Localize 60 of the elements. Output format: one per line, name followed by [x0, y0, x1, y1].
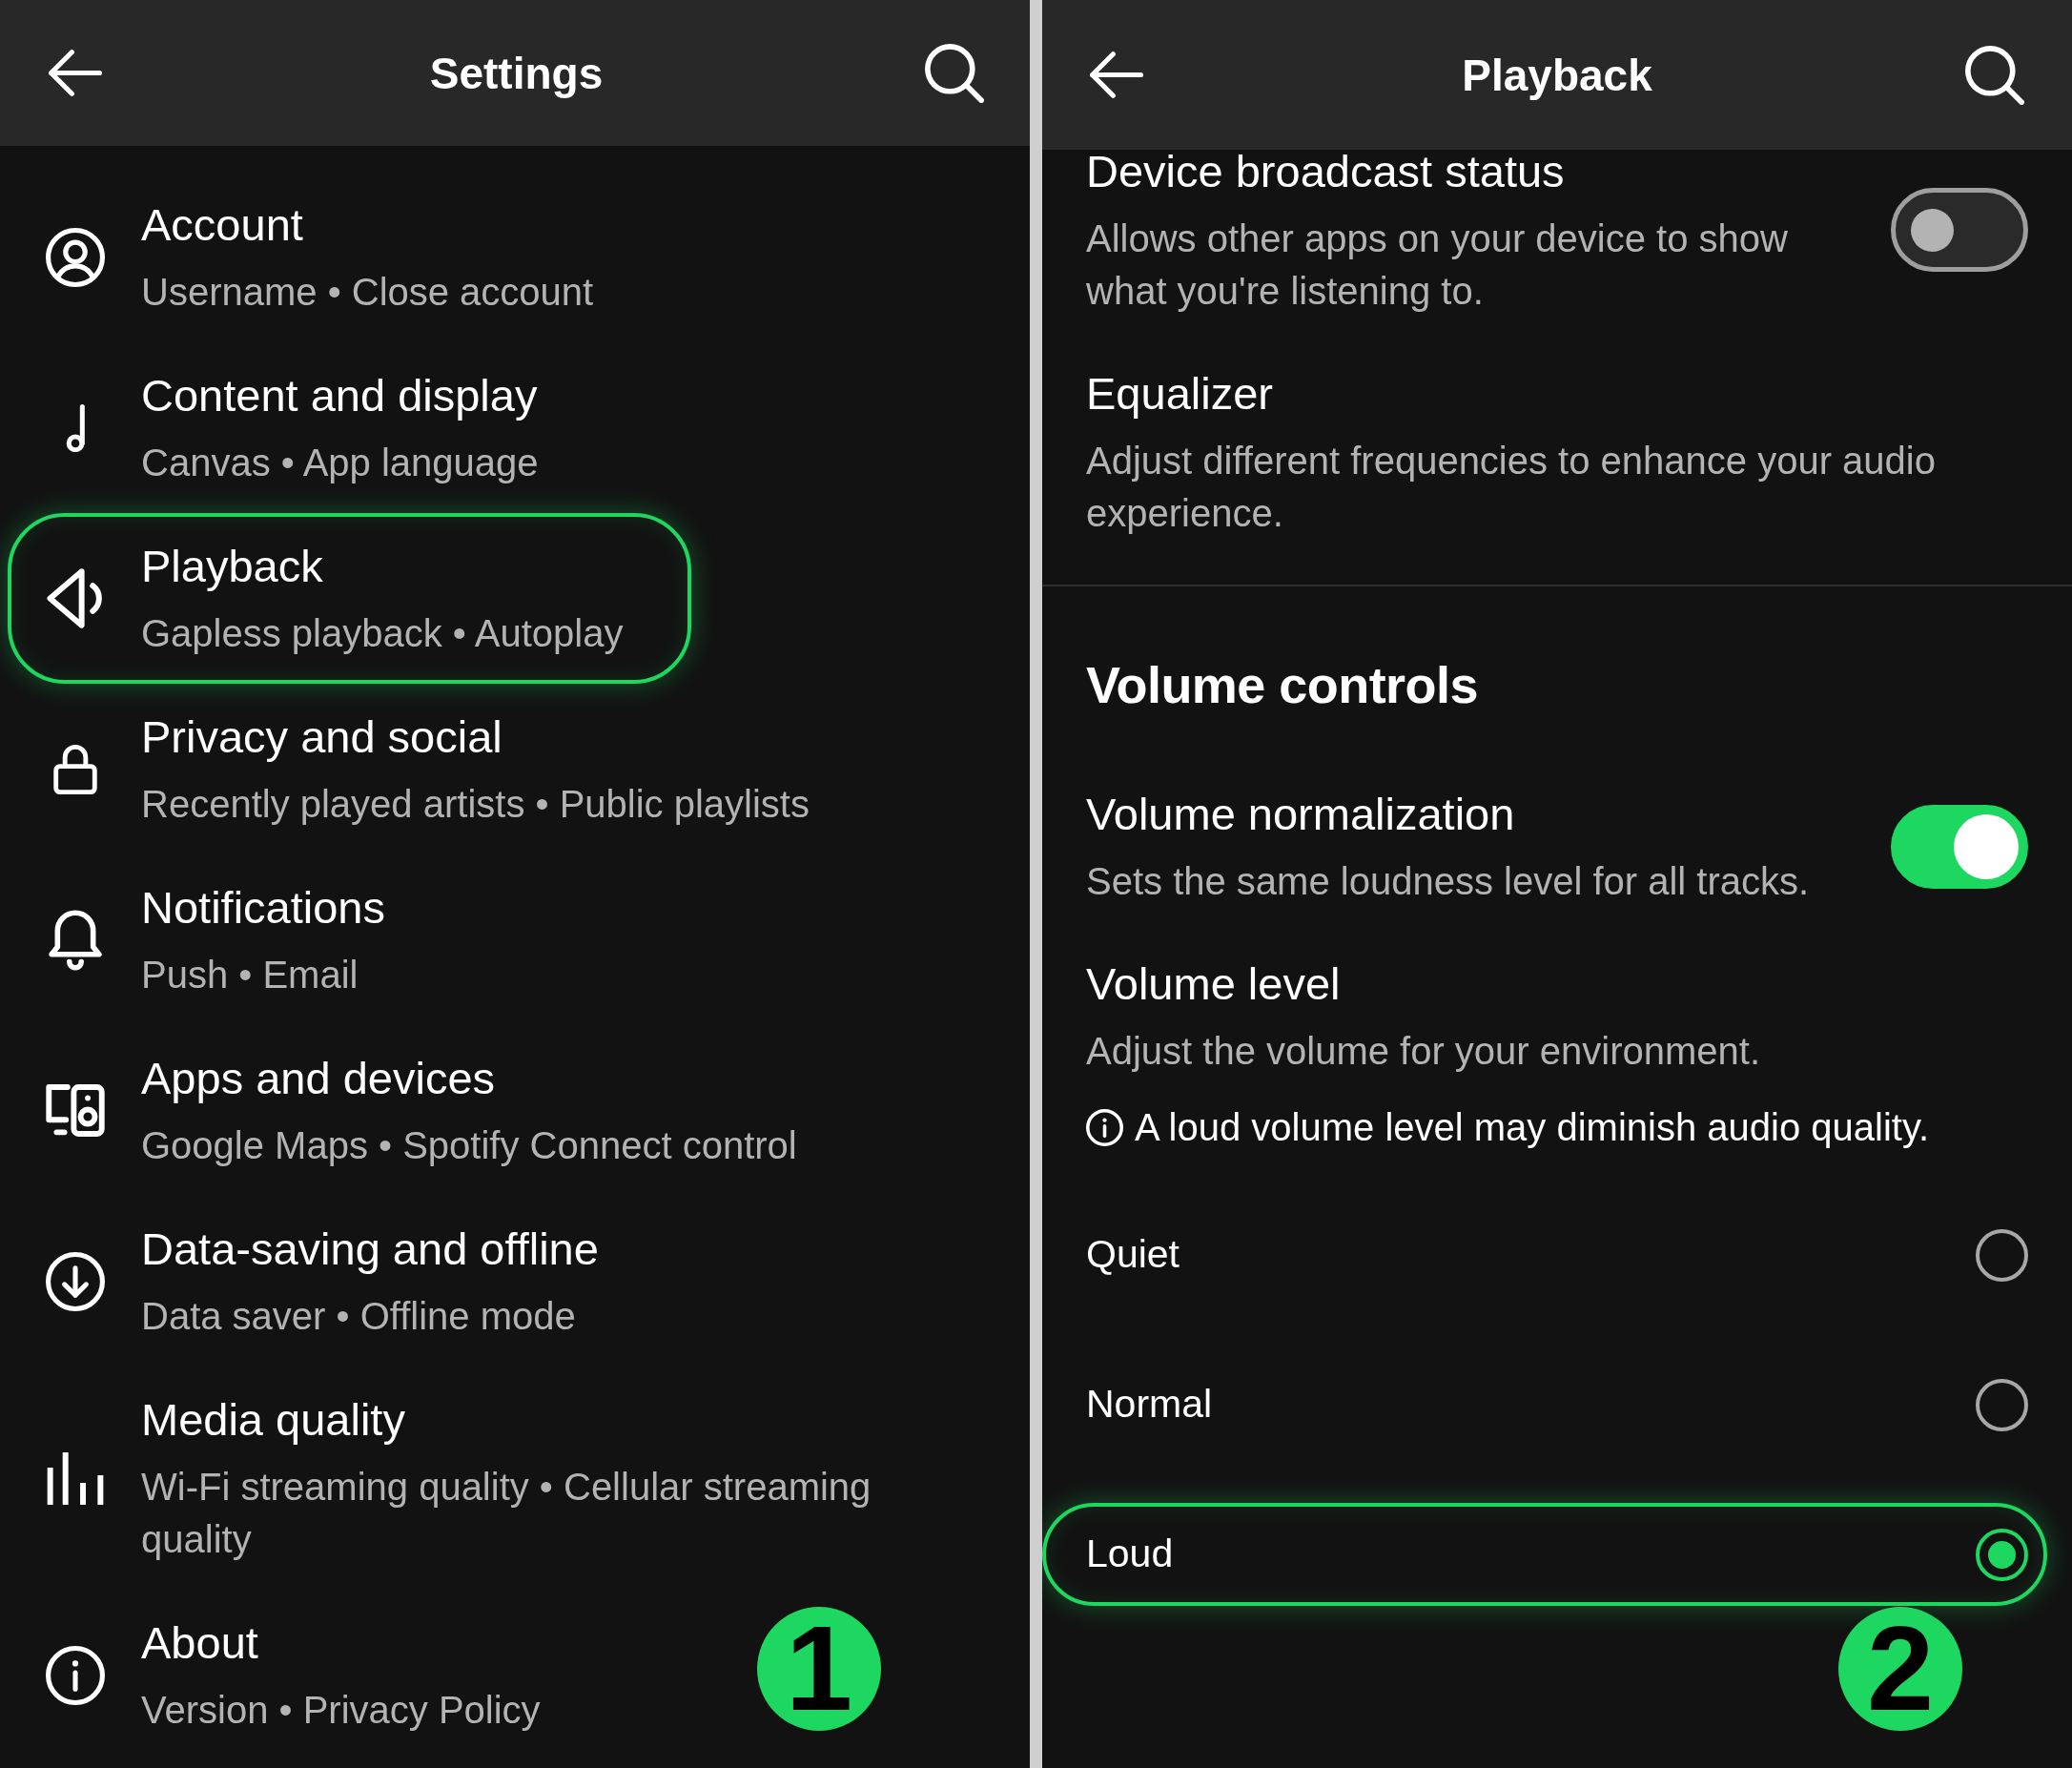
bell-icon — [49, 909, 102, 971]
settings-item[interactable]: Apps and devices Google Maps • Spotify Connect control — [0, 1025, 1030, 1196]
item-subtitle: Push • Email — [141, 953, 359, 997]
item-subtitle: Google Maps • Spotify Connect control — [141, 1123, 797, 1168]
item-title: Account — [141, 198, 303, 252]
radio-option[interactable]: Loud — [1042, 1503, 2047, 1606]
settings-item[interactable]: Privacy and social Recently played artists • Public playlists — [0, 684, 1030, 854]
step-badge: 2 — [1838, 1607, 1962, 1731]
item-title: Privacy and social — [141, 710, 503, 764]
item-title: Notifications — [141, 881, 385, 935]
item-title: Apps and devices — [141, 1052, 496, 1105]
setting-description: Sets the same loudness level for all tracks. — [1086, 859, 1810, 904]
setting-title: Equalizer — [1086, 367, 1273, 421]
item-subtitle: Username • Close account — [141, 270, 594, 315]
setting-title: Volume level — [1086, 957, 1341, 1011]
radio-button[interactable] — [1976, 1378, 2028, 1431]
devices-icon — [46, 1083, 105, 1138]
settings-item[interactable]: Content and display Canvas • App language — [0, 342, 1030, 513]
item-subtitle: Wi-Fi streaming quality • Cellular streaming quality — [141, 1465, 872, 1562]
lock-icon — [53, 743, 97, 795]
screen-title: Settings — [429, 47, 604, 100]
search-icon[interactable] — [1965, 45, 2024, 105]
item-title: Data-saving and offline — [141, 1223, 599, 1276]
info-icon — [46, 1645, 105, 1705]
screen-title: Playback — [1462, 49, 1652, 102]
settings-item[interactable]: Media quality Wi-Fi streaming quality • Cellular streaming quality — [0, 1367, 1030, 1590]
item-subtitle: Recently played artists • Public playlists — [141, 782, 810, 827]
radio-option[interactable]: Normal — [1042, 1353, 2047, 1456]
section-heading: Volume controls — [1086, 655, 1478, 715]
setting-title: Volume normalization — [1086, 788, 1515, 841]
radio-button[interactable] — [1976, 1528, 2028, 1581]
speaker-icon — [47, 568, 104, 628]
info-icon — [1086, 1109, 1123, 1146]
item-subtitle: Data saver • Offline mode — [141, 1294, 576, 1339]
back-arrow-icon[interactable] — [49, 50, 102, 96]
settings-item[interactable]: Playback Gapless playback • Autoplay — [0, 513, 1030, 684]
radio-button[interactable] — [1976, 1228, 2028, 1282]
item-title: Playback — [141, 540, 323, 593]
search-icon[interactable] — [925, 43, 984, 103]
settings-item[interactable]: Account Username • Close account — [0, 172, 1030, 342]
setting-description: Allows other apps on your device to show what you're listening to. — [1086, 216, 1789, 314]
setting-title: Device broadcast status — [1086, 145, 1565, 198]
settings-item[interactable]: Notifications Push • Email — [0, 854, 1030, 1025]
item-subtitle: Gapless playback • Autoplay — [141, 611, 624, 656]
back-arrow-icon[interactable] — [1090, 51, 1143, 98]
item-title: About — [141, 1616, 258, 1670]
note-text: A loud volume level may diminish audio quality. — [1135, 1105, 1930, 1150]
item-title: Media quality — [141, 1393, 405, 1447]
user-circle-icon — [46, 227, 105, 287]
setting-description: Adjust different frequencies to enhance your audio experience. — [1086, 439, 1937, 536]
music-note-icon — [65, 403, 86, 452]
item-title: Content and display — [141, 369, 538, 422]
item-subtitle: Version • Privacy Policy — [141, 1688, 541, 1733]
setting-description: Adjust the volume for your environment. — [1086, 1029, 1760, 1074]
radio-option[interactable]: Quiet — [1042, 1203, 2047, 1306]
download-circle-icon — [46, 1251, 105, 1311]
bars-icon — [47, 1451, 104, 1505]
settings-item[interactable]: Data-saving and offline Data saver • Offline mode — [0, 1196, 1030, 1367]
step-badge: 1 — [757, 1607, 881, 1731]
item-subtitle: Canvas • App language — [141, 441, 539, 485]
